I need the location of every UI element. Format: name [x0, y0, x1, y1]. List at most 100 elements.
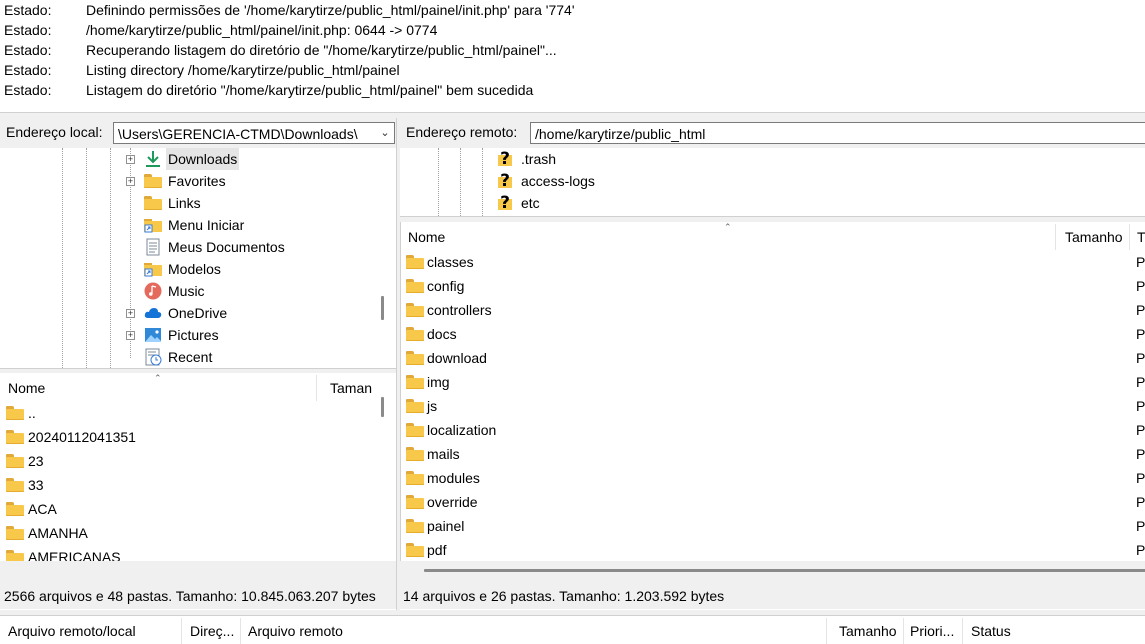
- column-header-name[interactable]: Nome: [408, 224, 445, 250]
- list-item[interactable]: js Pa: [401, 394, 1145, 418]
- tree-node[interactable]: Menu Iniciar: [0, 214, 374, 236]
- question-icon: ?: [496, 149, 514, 169]
- tree-node[interactable]: + Favorites: [0, 170, 374, 192]
- list-item[interactable]: pdf Pa: [401, 538, 1145, 561]
- local-tree-scrollbar[interactable]: [374, 148, 392, 368]
- download-arrow-icon: [144, 150, 162, 168]
- list-item[interactable]: painel Pa: [401, 514, 1145, 538]
- tree-node[interactable]: Links: [0, 192, 374, 214]
- tree-node-label: Links: [168, 195, 201, 211]
- list-item[interactable]: config Pa: [401, 274, 1145, 298]
- queue-column-local-remote[interactable]: Arquivo remoto/local: [8, 618, 136, 644]
- list-item[interactable]: download Pa: [401, 346, 1145, 370]
- expand-plus-icon[interactable]: +: [126, 177, 135, 186]
- file-name: docs: [427, 326, 457, 342]
- tree-node[interactable]: ? etc: [400, 192, 1145, 214]
- folder-icon: [406, 351, 424, 365]
- queue-column-size[interactable]: Tamanho: [839, 618, 897, 644]
- horizontal-scrollbar-thumb[interactable]: [424, 569, 1145, 572]
- column-header-type[interactable]: T: [1137, 224, 1145, 250]
- queue-column-remote-file[interactable]: Arquivo remoto: [248, 618, 343, 644]
- list-item[interactable]: img Pa: [401, 370, 1145, 394]
- list-item[interactable]: 33: [0, 473, 374, 497]
- folder-icon: [406, 447, 424, 461]
- question-icon: ?: [496, 171, 514, 191]
- queue-column-status[interactable]: Status: [971, 618, 1011, 644]
- list-item[interactable]: docs Pa: [401, 322, 1145, 346]
- tree-node[interactable]: Meus Documentos: [0, 236, 374, 258]
- shortcut-folder-icon: [144, 216, 162, 234]
- local-address-combo[interactable]: \Users\GERENCIA-CTMD\Downloads\ ⌄: [113, 122, 395, 144]
- folder-icon: [144, 194, 162, 212]
- remote-directory-tree: ? .trash ? access-logs? etc: [400, 148, 1145, 216]
- log-label: Estado:: [4, 42, 52, 58]
- file-type: Pa: [1136, 446, 1145, 462]
- list-item[interactable]: localization Pa: [401, 418, 1145, 442]
- tree-node-label: Recent: [168, 349, 213, 365]
- chevron-down-icon[interactable]: ⌄: [376, 123, 394, 143]
- list-item[interactable]: classes Pa: [401, 250, 1145, 274]
- file-name: js: [427, 398, 438, 414]
- list-item[interactable]: modules Pa: [401, 466, 1145, 490]
- folder-icon: [6, 526, 24, 540]
- tree-node[interactable]: Modelos: [0, 258, 374, 280]
- log-label: Estado:: [4, 82, 52, 98]
- file-name: localization: [427, 422, 497, 438]
- log-row: Estado: /home/karytirze/public_html/paine…: [4, 20, 437, 40]
- local-status-text: 2566 arquivos e 48 pastas. Tamanho: 10.8…: [4, 588, 376, 604]
- folder-icon: [406, 303, 424, 317]
- list-item[interactable]: mails Pa: [401, 442, 1145, 466]
- tree-node-label: Meus Documentos: [168, 239, 285, 255]
- folder-icon: [406, 543, 424, 557]
- column-header-size[interactable]: Tamanho: [1065, 224, 1123, 250]
- file-name: override: [427, 494, 478, 510]
- tree-node[interactable]: Music: [0, 280, 374, 302]
- remote-address-input[interactable]: /home/karytirze/public_html: [530, 122, 1145, 144]
- log-text: Recuperando listagem do diretório de "/h…: [86, 42, 557, 58]
- file-type: Pa: [1136, 278, 1145, 294]
- file-type: Pa: [1136, 302, 1145, 318]
- tree-node[interactable]: + Pictures: [0, 324, 374, 346]
- list-item[interactable]: 23: [0, 449, 374, 473]
- file-name: modules: [427, 470, 480, 486]
- expand-plus-icon[interactable]: +: [126, 155, 135, 164]
- list-item[interactable]: override Pa: [401, 490, 1145, 514]
- tree-node-label: Modelos: [168, 261, 221, 277]
- log-row: Estado: Recuperando listagem do diretório…: [4, 40, 557, 60]
- tree-node[interactable]: + OneDrive: [0, 302, 374, 324]
- file-name: AMANHA: [28, 525, 88, 541]
- scrollbar-thumb[interactable]: [381, 296, 384, 320]
- tree-node[interactable]: + Downloads: [0, 148, 374, 170]
- remote-list-footer: [400, 561, 1145, 583]
- scrollbar-thumb[interactable]: [381, 397, 384, 417]
- cloud-icon: [144, 304, 162, 322]
- tree-node[interactable]: ? access-logs: [400, 170, 1145, 192]
- log-text: Listing directory /home/karytirze/public…: [86, 62, 400, 78]
- sort-ascending-icon: ⌃: [724, 222, 732, 232]
- file-type: Pa: [1136, 398, 1145, 414]
- queue-column-priority[interactable]: Priori...: [910, 618, 954, 644]
- pictures-icon: [144, 326, 162, 344]
- list-item[interactable]: 20240112041351: [0, 425, 374, 449]
- column-header-size[interactable]: Taman: [330, 375, 372, 401]
- list-item[interactable]: ..: [0, 401, 374, 425]
- list-item[interactable]: AMANHA: [0, 521, 374, 545]
- column-header-name[interactable]: Nome: [8, 375, 45, 401]
- local-file-list: Nome ⌃ Taman .. 20240112041351 23 33 ACA AMAN…: [0, 373, 374, 561]
- log-text: Listagem do diretório "/home/karytirze/p…: [86, 82, 534, 98]
- log-label: Estado:: [4, 2, 52, 18]
- expand-plus-icon[interactable]: +: [126, 331, 135, 340]
- file-type: Pa: [1136, 518, 1145, 534]
- file-type: Pa: [1136, 470, 1145, 486]
- expand-plus-icon[interactable]: +: [126, 309, 135, 318]
- local-list-scrollbar[interactable]: [374, 373, 392, 561]
- tree-node-label: .trash: [521, 151, 557, 167]
- tree-node[interactable]: ? .trash: [400, 148, 1145, 170]
- list-item[interactable]: AMERICANAS: [0, 545, 374, 561]
- file-name: config: [427, 278, 465, 294]
- list-item[interactable]: ACA: [0, 497, 374, 521]
- list-item[interactable]: controllers Pa: [401, 298, 1145, 322]
- queue-column-direction[interactable]: Direç...: [190, 618, 234, 644]
- tree-node[interactable]: Recent: [0, 346, 374, 368]
- file-type: Pa: [1136, 422, 1145, 438]
